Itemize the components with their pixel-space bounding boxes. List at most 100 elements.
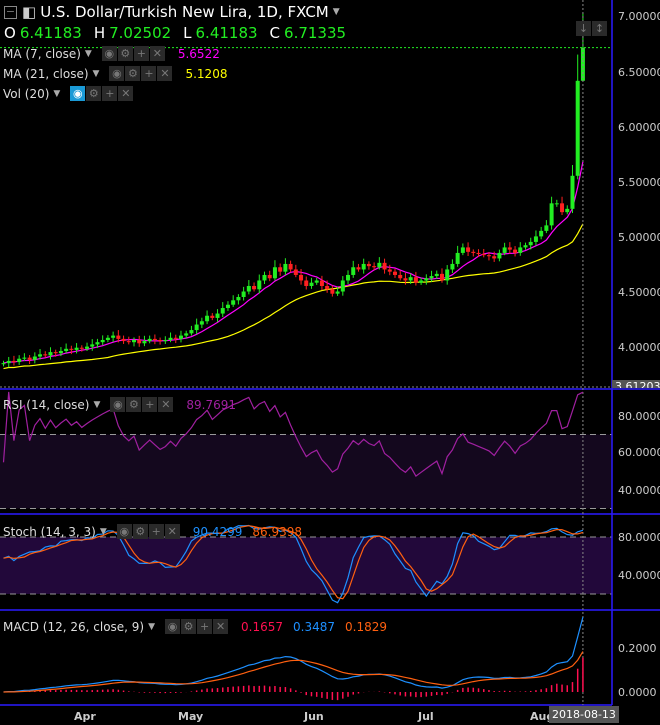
rsi-value: 89.7691 [186,397,237,412]
chevron-down-icon[interactable]: ▼ [93,69,100,79]
chevron-down-icon[interactable]: ▼ [333,7,340,17]
plus-icon[interactable]: + [133,46,149,61]
candle-body [356,267,361,270]
eye-icon[interactable]: ◉ [109,66,125,81]
candle-body [539,230,544,237]
candle-body [1,363,6,365]
candle-body [158,339,163,342]
eye-icon[interactable]: ◉ [70,86,86,101]
candle-body [64,348,69,352]
candle-body [32,356,37,360]
gear-icon[interactable]: ⚙ [125,66,141,81]
price-tick: 5.50000 [618,176,660,189]
candle-body [194,324,199,331]
candle-body [22,357,27,359]
gear-icon[interactable]: ⚙ [132,524,148,539]
candle-body [278,267,283,272]
close-icon[interactable]: ✕ [164,524,180,539]
close-icon[interactable]: ✕ [149,46,165,61]
candle-body [450,263,455,270]
stoch-k-value: 90.4299 [192,524,243,539]
candle-body [173,337,178,339]
close-icon[interactable]: ✕ [118,86,134,101]
candle-body [513,249,518,253]
candle-body [168,337,173,340]
ma21-value: 5.1208 [185,66,228,81]
candle-body [377,262,382,268]
candle-body [372,266,377,268]
candle-body [95,342,100,345]
chevron-down-icon[interactable]: ▼ [93,400,100,410]
candle-body [507,247,512,250]
candle-body [387,269,392,272]
candle-body [424,278,429,281]
candle-body [225,304,230,309]
price-crosshair-label: 3.61203 [612,380,660,388]
candle-body [283,263,288,272]
stoch-tick: 80.0000 [618,531,660,544]
candle-body [132,339,136,343]
candle-body [466,247,471,252]
ma7-label: MA (7, close) [3,46,81,61]
scroll-down-icon[interactable]: ↓ [576,21,591,36]
chevron-down-icon[interactable]: ▼ [85,49,92,59]
eye-icon[interactable]: ◉ [116,524,132,539]
candle-body [27,357,32,360]
candle-body [314,280,319,283]
month-label: Jul [418,710,434,723]
candle-body [288,263,293,270]
candle-body [528,241,533,246]
candle-body [58,351,63,354]
symbol-title: U.S. Dollar/Turkish New Lira, 1D, FXCM [40,3,329,21]
resize-icon[interactable]: ↕ [592,21,607,36]
macd-tick: 0.2000 [618,642,657,655]
candle-body [398,274,403,279]
plus-icon[interactable]: + [197,619,213,634]
gear-icon[interactable]: ⚙ [86,86,102,101]
ma7-line [3,161,584,364]
ma21-line [3,223,584,370]
candle-body [403,278,408,281]
candle-body [518,247,523,253]
plus-icon[interactable]: + [141,66,157,81]
plus-icon[interactable]: + [142,397,158,412]
flag-icon: ◧ [22,3,37,21]
candle-body [481,254,486,256]
close-icon[interactable]: ✕ [158,397,174,412]
candle-body [361,263,366,270]
chevron-down-icon[interactable]: ▼ [148,622,155,632]
candle-body [252,285,257,290]
candle-body [497,252,502,259]
candle-body [382,262,387,270]
macd-value: 0.3487 [293,619,336,634]
ma7-legend: MA (7, close) ▼ ◉ ⚙ + ✕ 5.6522 [3,46,220,61]
high-value: 7.02502 [109,24,172,42]
candle-body [241,291,246,298]
price-tick: 7.00000 [618,10,660,23]
ma7-value: 5.6522 [177,46,220,61]
chart-canvas[interactable] [0,0,660,725]
gear-icon[interactable]: ⚙ [126,397,142,412]
ma21-legend: MA (21, close) ▼ ◉ ⚙ + ✕ 5.1208 [3,66,227,81]
candle-body [220,308,225,314]
chevron-down-icon[interactable]: ▼ [100,527,107,537]
candle-body [554,203,559,205]
eye-icon[interactable]: ◉ [165,619,181,634]
eye-icon[interactable]: ◉ [110,397,126,412]
close-icon[interactable]: ✕ [213,619,229,634]
gear-icon[interactable]: ⚙ [181,619,197,634]
candle-body [560,203,565,213]
chevron-down-icon[interactable]: ▼ [53,89,60,99]
gear-icon[interactable]: ⚙ [117,46,133,61]
stoch-d-value: 86.9398 [252,524,303,539]
close-icon[interactable]: ✕ [157,66,173,81]
candle-body [413,277,418,283]
candle-body [215,313,220,318]
plus-icon[interactable]: + [148,524,164,539]
collapse-icon[interactable]: − [4,5,17,19]
rsi-label: RSI (14, close) [3,397,90,412]
eye-icon[interactable]: ◉ [101,46,117,61]
candle-body [549,203,554,226]
plus-icon[interactable]: + [102,86,118,101]
candle-body [100,339,105,343]
